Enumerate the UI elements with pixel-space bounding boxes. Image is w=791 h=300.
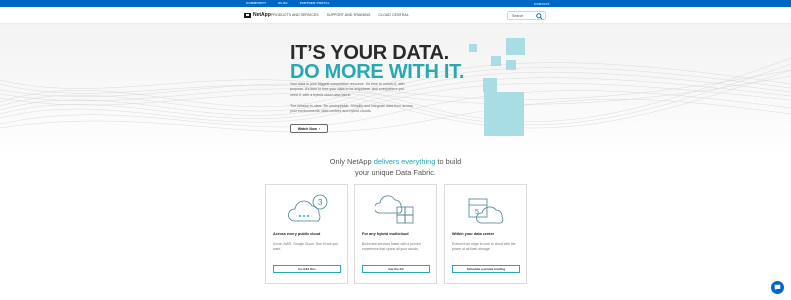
card-title: Within your data center: [452, 232, 495, 236]
card-description: Extend from edge to core to cloud with t…: [452, 242, 516, 251]
tagline-highlight[interactable]: delivers everything: [374, 157, 436, 166]
fabric-tagline: Only NetApp delivers everything to build…: [0, 156, 791, 178]
hero-paragraph-1: Your data is your biggest competitive re…: [290, 82, 405, 97]
utility-links: COMMUNITY BLOG PARTNER PORTAL: [246, 1, 330, 5]
card-data-center: 5 Within your data center Extend from ed…: [444, 184, 527, 284]
search-input[interactable]: Search: [512, 14, 523, 18]
cloud-icon: 3: [288, 194, 328, 222]
datacenter-cloud-icon: 5: [468, 198, 504, 224]
utility-bar: COMMUNITY BLOG PARTNER PORTAL CONTACT: [0, 0, 791, 7]
pixel-tiles-graphic: [469, 38, 525, 136]
netapp-logo[interactable]: NetApp: [244, 12, 271, 18]
hero-paragraph-2: The mission is clear. Be unstoppable. Si…: [290, 104, 413, 114]
card-title: Across every public cloud: [273, 232, 321, 236]
nav-item-products[interactable]: PRODUCTS AND SERVICES: [271, 13, 319, 17]
card-button-schedule-briefing[interactable]: Schedule a private briefing: [452, 265, 520, 273]
watch-now-label: Watch Now: [297, 126, 317, 131]
card-description: Azure, AWS, Google Cloud. Run it how you…: [273, 242, 339, 251]
netapp-logo-icon: [244, 12, 251, 18]
tagline-line-2: your unique Data Fabric.: [355, 168, 436, 177]
card-title: For any hybrid multicloud: [362, 232, 409, 236]
chat-button[interactable]: [771, 281, 784, 294]
utility-link-blog[interactable]: BLOG: [278, 1, 287, 5]
watch-now-button[interactable]: Watch Now ›: [290, 124, 328, 133]
utility-link-community[interactable]: COMMUNITY: [246, 1, 266, 5]
nav-menu: PRODUCTS AND SERVICES SUPPORT AND TRAINI…: [271, 13, 409, 17]
hero-section: IT’S YOUR DATA. DO MORE WITH IT. Your da…: [0, 24, 791, 154]
hero-headline: IT’S YOUR DATA. DO MORE WITH IT.: [290, 43, 465, 83]
nav-item-cloud-central[interactable]: CLOUD CENTRAL: [378, 13, 408, 17]
card-button-get-kit[interactable]: Get the Kit: [362, 265, 430, 273]
logo-text: NetApp: [253, 12, 271, 18]
main-nav: NetApp PRODUCTS AND SERVICES SUPPORT AND…: [0, 7, 791, 24]
svg-text:5: 5: [475, 209, 479, 216]
search-box[interactable]: Search: [507, 11, 546, 20]
utility-link-partner-portal[interactable]: PARTNER PORTAL: [300, 1, 330, 5]
tagline-suffix: to build: [435, 157, 462, 166]
chat-bubble-icon: [774, 284, 781, 291]
nav-item-support[interactable]: SUPPORT AND TRAINING: [327, 13, 371, 17]
arrow-right-icon: ›: [318, 126, 321, 131]
tagline-prefix: Only NetApp: [329, 157, 374, 166]
card-public-cloud: 3 Across every public cloud Azure, AWS, …: [265, 184, 348, 284]
search-icon[interactable]: [536, 13, 543, 20]
card-button-add-ons[interactable]: Go Add Ons: [273, 265, 341, 273]
contact-link[interactable]: CONTACT: [534, 2, 550, 6]
hybrid-cloud-icon: [375, 195, 414, 224]
card-description: Build new services faster with a proven …: [362, 242, 421, 251]
card-hybrid-multicloud: For any hybrid multicloud Build new serv…: [354, 184, 437, 284]
headline-line-2: DO MORE WITH IT.: [290, 61, 465, 83]
svg-text:3: 3: [318, 198, 323, 207]
